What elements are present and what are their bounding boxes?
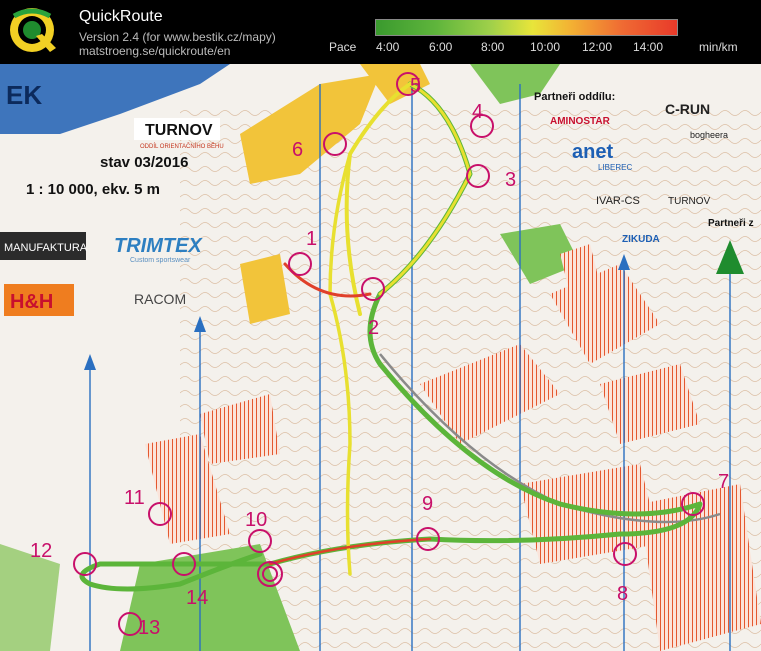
pace-tick: 10:00: [530, 40, 561, 54]
map-header-fragment: EK: [6, 80, 42, 110]
control-number: 2: [368, 317, 379, 339]
sponsor-racom: RACOM: [134, 291, 186, 307]
partner-logo: AMINOSTAR: [550, 116, 611, 127]
pace-label: Pace: [329, 40, 357, 54]
control-number: 14: [186, 587, 208, 609]
svg-text:H&H: H&H: [10, 291, 53, 313]
app-title: QuickRoute: [79, 8, 163, 25]
control-number: 9: [422, 493, 433, 515]
control-number: 5: [410, 75, 421, 97]
orienteering-map[interactable]: EK 1 2 3 4 5 6 7 8 9 10 11 12 13 14 TURN…: [0, 64, 761, 651]
app-url: matstroeng.se/quickroute/en: [79, 44, 231, 58]
partner-logo: C-RUN: [665, 101, 710, 117]
quickroute-header: QuickRoute Version 2.4 (for www.bestik.c…: [0, 0, 761, 64]
pace-tick: 14:00: [633, 40, 664, 54]
pace-tick: 6:00: [429, 40, 453, 54]
control-number: 13: [138, 617, 160, 639]
partner-logo: LIBEREC: [598, 163, 632, 172]
partner-logo: IVAR-CS: [596, 195, 640, 207]
control-number: 3: [505, 169, 516, 191]
club-logo-text: TURNOV: [145, 122, 213, 139]
map-state: stav 03/2016: [100, 154, 188, 171]
control-number: 10: [245, 509, 267, 531]
svg-text:MANUFAKTURA: MANUFAKTURA: [4, 242, 88, 254]
partners-title-2: Partneři z: [708, 218, 754, 229]
partner-logo: anet: [572, 141, 613, 163]
partners-title: Partneři oddílu:: [534, 91, 615, 103]
control-number: 4: [472, 101, 483, 123]
pace-tick: 8:00: [481, 40, 505, 54]
quickroute-logo-icon: [10, 8, 56, 52]
control-number: 11: [124, 487, 145, 509]
control-number: 6: [292, 139, 303, 161]
partner-logo: ZIKUDA: [622, 234, 660, 245]
partner-logo: bogheera: [690, 130, 728, 140]
control-number: 8: [617, 583, 628, 605]
app-version: Version 2.4 (for www.bestik.cz/mapy): [79, 30, 276, 44]
sponsor-trimtex: TRIMTEX: [114, 235, 203, 257]
pace-tick: 4:00: [376, 40, 400, 54]
control-number: 1: [306, 228, 317, 250]
sponsor-trimtex-sub: Custom sportswear: [130, 257, 191, 264]
control-number: 12: [30, 540, 52, 562]
club-logo: TURNOV ODDÍL ORIENTAČNÍHO BĚHU: [134, 118, 224, 150]
pace-tick: 12:00: [582, 40, 613, 54]
pace-unit: min/km: [699, 40, 738, 54]
pace-color-scale: [375, 19, 678, 36]
sponsor-manufaktura: MANUFAKTURA: [0, 232, 88, 260]
control-number: 7: [718, 471, 729, 493]
club-subtitle: ODDÍL ORIENTAČNÍHO BĚHU: [140, 142, 224, 150]
sponsor-hh: H&H: [4, 284, 74, 316]
map-scale: 1 : 10 000, ekv. 5 m: [26, 181, 160, 198]
partner-logo: TURNOV: [668, 196, 711, 207]
